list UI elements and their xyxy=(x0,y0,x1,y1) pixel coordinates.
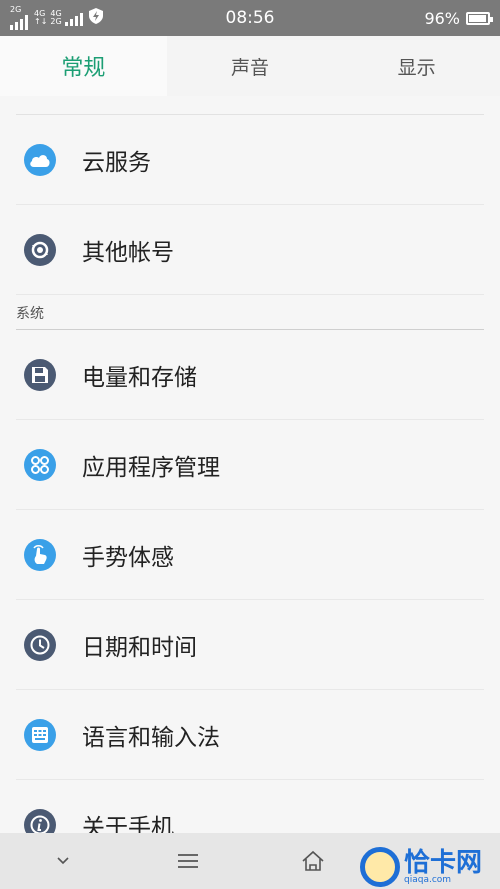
settings-tabs: 常规 声音 显示 xyxy=(0,36,500,96)
home-icon[interactable] xyxy=(293,841,333,881)
list-item-label: 语言和输入法 xyxy=(82,724,220,751)
battery-group: 96% xyxy=(424,8,493,28)
list-item-language-input[interactable]: 语言和输入法 xyxy=(16,690,484,780)
data-arrows-icon: ↑↓ xyxy=(34,17,48,26)
logo-circle-icon xyxy=(360,847,400,887)
tab-general[interactable]: 常规 xyxy=(0,36,167,96)
settings-list: 云服务 其他帐号 系统 电量和存储 应用程序管理 手势体感 日期和时间 语言和输… xyxy=(0,96,500,870)
sim2-signal: 4G ↑↓ 4G 2G xyxy=(34,10,83,26)
signal-group: 2G 4G ↑↓ 4G 2G xyxy=(10,6,103,30)
list-item-label: 应用程序管理 xyxy=(82,454,220,481)
chevron-down-icon[interactable] xyxy=(43,841,83,881)
list-item-cloud-service[interactable]: 云服务 xyxy=(16,115,484,205)
battery-percent: 96% xyxy=(424,8,460,28)
tab-sound[interactable]: 声音 xyxy=(167,36,334,96)
shield-icon xyxy=(88,8,103,28)
list-item-label: 手势体感 xyxy=(82,544,174,571)
sim1-signal: 2G xyxy=(10,6,28,30)
list-item-gestures[interactable]: 手势体感 xyxy=(16,510,484,600)
status-bar: 2G 4G ↑↓ 4G 2G 08:56 96% xyxy=(0,0,500,36)
list-item-date-time[interactable]: 日期和时间 xyxy=(16,600,484,690)
list-item-battery-storage[interactable]: 电量和存储 xyxy=(16,330,484,420)
sim2-type-bot: 2G xyxy=(50,17,62,26)
signal-bars-icon xyxy=(10,14,28,30)
sync-account-icon xyxy=(24,233,56,266)
list-item-label: 电量和存储 xyxy=(82,364,197,391)
signal-bars-icon xyxy=(64,10,83,26)
storage-icon xyxy=(24,358,56,391)
apps-icon xyxy=(24,448,56,481)
section-header-system: 系统 xyxy=(16,295,484,330)
battery-icon xyxy=(466,11,493,25)
watermark-logo: 恰卡网 qiaqa.com xyxy=(360,845,500,889)
keyboard-icon xyxy=(24,718,56,751)
list-item-label: 日期和时间 xyxy=(82,634,197,661)
cloud-icon xyxy=(24,143,56,176)
list-item-app-management[interactable]: 应用程序管理 xyxy=(16,420,484,510)
list-item-label: 云服务 xyxy=(82,149,151,176)
watermark-text: 恰卡网 xyxy=(404,847,483,878)
sim1-type: 2G xyxy=(10,5,22,14)
list-item-label: 其他帐号 xyxy=(82,239,174,266)
clock-icon xyxy=(24,628,56,661)
battery-fill xyxy=(469,14,487,22)
divider xyxy=(16,96,484,115)
tab-display[interactable]: 显示 xyxy=(333,36,500,96)
gesture-icon xyxy=(24,538,56,571)
menu-icon[interactable] xyxy=(168,841,208,881)
list-item-other-accounts[interactable]: 其他帐号 xyxy=(16,205,484,295)
watermark-sub: qiaqa.com xyxy=(404,874,452,885)
